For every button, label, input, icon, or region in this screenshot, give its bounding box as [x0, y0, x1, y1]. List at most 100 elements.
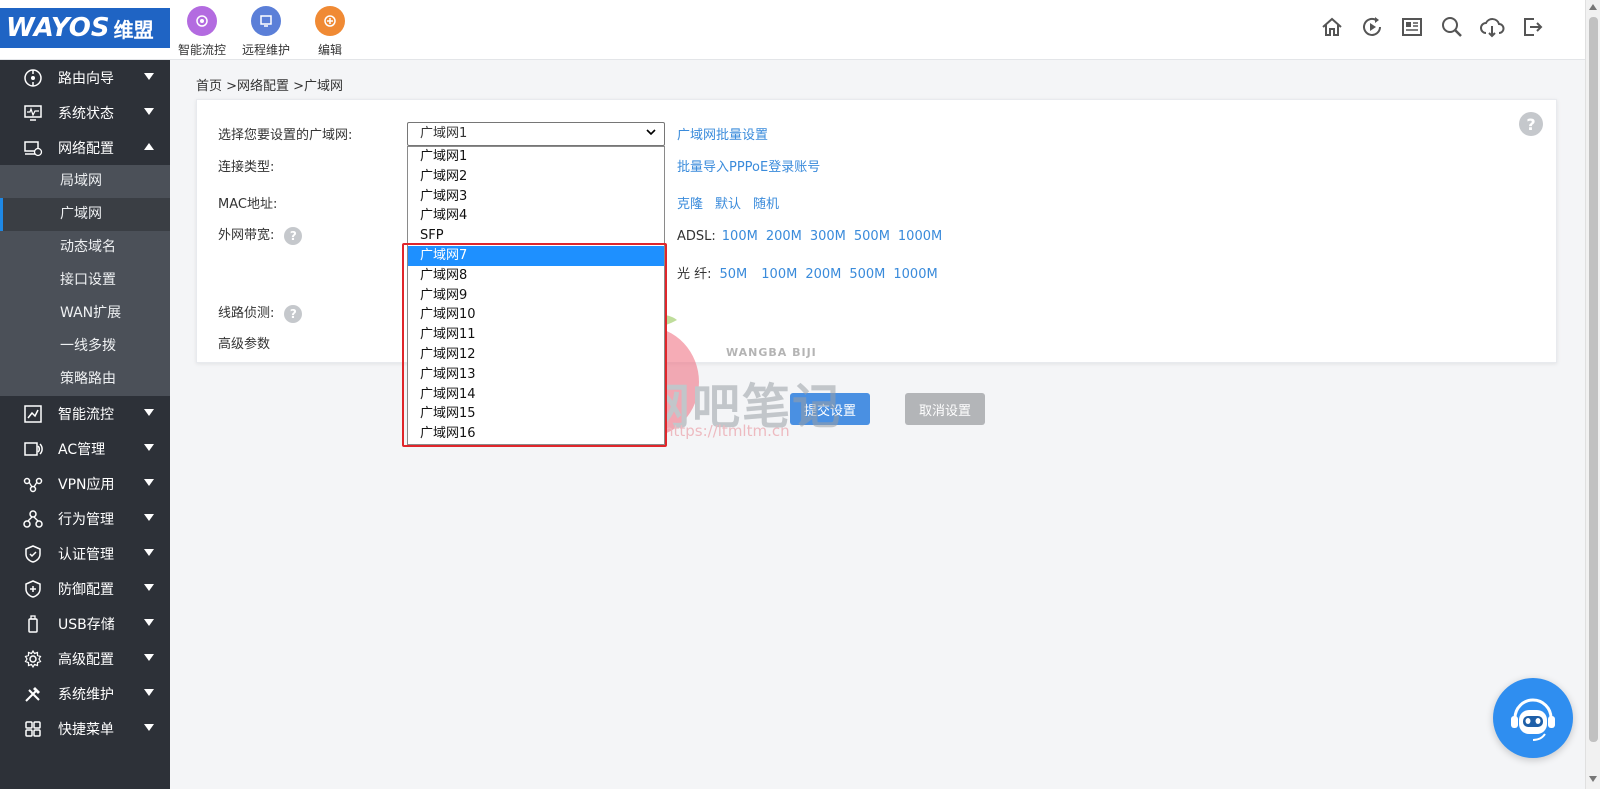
- sidebar-item-vpn[interactable]: VPN应用: [0, 466, 170, 501]
- news-icon[interactable]: [1399, 14, 1425, 40]
- dropdown-option[interactable]: 广域网16: [408, 424, 664, 444]
- sidebar-item-network-config[interactable]: 网络配置: [0, 130, 170, 165]
- mac-clone-link[interactable]: 克隆: [677, 197, 703, 212]
- quick-action-label: 智能流控: [177, 43, 226, 57]
- line-detect-label: 线路侦测:: [218, 306, 275, 321]
- line-detect-row: 线路侦测:?: [218, 302, 303, 323]
- sidebar-item-auth[interactable]: 认证管理: [0, 536, 170, 571]
- chat-bot-button[interactable]: [1493, 678, 1573, 758]
- import-pppoe-link[interactable]: 批量导入PPPoE登录账号: [677, 156, 820, 175]
- advanced-label[interactable]: 高级参数: [218, 333, 270, 352]
- adsl-option[interactable]: 1000M: [898, 229, 942, 244]
- dropdown-option[interactable]: 广域网2: [408, 167, 664, 187]
- sidebar-item-label: 智能流控: [58, 406, 114, 423]
- fiber-option[interactable]: 50M: [720, 267, 748, 282]
- dropdown-option[interactable]: 广域网3: [408, 187, 664, 207]
- help-icon[interactable]: ?: [1519, 112, 1543, 136]
- dropdown-option[interactable]: 广域网12: [408, 345, 664, 365]
- bandwidth-help-icon[interactable]: ?: [284, 226, 303, 245]
- sidebar-item-label: 网络配置: [58, 140, 114, 157]
- adsl-option[interactable]: 200M: [766, 229, 802, 244]
- dropdown-option[interactable]: 广域网1: [408, 147, 664, 167]
- sidebar-item-usb[interactable]: USB存储: [0, 606, 170, 641]
- chevron-down-icon: [144, 619, 154, 626]
- sidebar-item-advanced[interactable]: 高级配置: [0, 641, 170, 676]
- adsl-option[interactable]: 100M: [722, 229, 758, 244]
- sidebar-subitem-lan[interactable]: 局域网: [0, 165, 170, 198]
- logo-text: WAYOS: [6, 13, 110, 43]
- sidebar-subitem-ddns[interactable]: 动态域名: [0, 231, 170, 264]
- dropdown-option-highlighted[interactable]: 广域网7: [408, 245, 664, 266]
- sidebar-item-maintenance[interactable]: 系统维护: [0, 676, 170, 711]
- fiber-option[interactable]: 1000M: [893, 267, 937, 282]
- shield-plus-icon: [22, 578, 44, 600]
- dropdown-option[interactable]: 广域网4: [408, 206, 664, 226]
- dropdown-option[interactable]: 广域网8: [408, 266, 664, 286]
- submit-button[interactable]: 提交设置: [790, 393, 870, 425]
- sidebar-subitem-multi-dial[interactable]: 一线多拨: [0, 330, 170, 363]
- sidebar-item-label: 路由向导: [58, 70, 114, 87]
- brand-logo[interactable]: WAYOS 维盟: [0, 8, 170, 48]
- sidebar-subitem-wan-ext[interactable]: WAN扩展: [0, 297, 170, 330]
- refresh-play-icon[interactable]: [1359, 14, 1385, 40]
- dropdown-option[interactable]: SFP: [408, 226, 664, 246]
- fiber-option[interactable]: 200M: [805, 267, 841, 282]
- conn-type-label: 连接类型:: [218, 160, 275, 175]
- mac-default-link[interactable]: 默认: [715, 197, 741, 212]
- wan-select[interactable]: 广域网1: [407, 122, 665, 146]
- shield-check-icon: [22, 543, 44, 565]
- logout-icon[interactable]: [1519, 14, 1545, 40]
- chevron-down-icon: [144, 549, 154, 556]
- quick-action-label: 编辑: [317, 43, 342, 57]
- network-submenu: 局域网 广域网 动态域名 接口设置 WAN扩展 一线多拨 策略路由: [0, 165, 170, 396]
- dropdown-option[interactable]: 广域网13: [408, 365, 664, 385]
- adsl-option[interactable]: 500M: [854, 229, 890, 244]
- scroll-thumb[interactable]: [1589, 17, 1598, 742]
- page-scrollbar[interactable]: [1585, 0, 1600, 789]
- flow-icon: [22, 403, 44, 425]
- sidebar-subitem-interface[interactable]: 接口设置: [0, 264, 170, 297]
- sidebar-item-label: 快捷菜单: [58, 721, 114, 738]
- sidebar-item-flow-control[interactable]: 智能流控: [0, 396, 170, 431]
- sidebar-item-wizard[interactable]: 路由向导: [0, 60, 170, 95]
- quick-action-edit[interactable]: 编辑: [300, 6, 360, 58]
- sidebar-item-system-status[interactable]: 系统状态: [0, 95, 170, 130]
- mac-actions: 克隆 默认 随机: [677, 193, 791, 212]
- watermark-url: https://ltmltm.cn: [664, 422, 790, 440]
- fiber-option[interactable]: 500M: [849, 267, 885, 282]
- batch-settings-link[interactable]: 广域网批量设置: [677, 124, 768, 143]
- dropdown-option[interactable]: 广域网9: [408, 286, 664, 306]
- cloud-download-icon[interactable]: [1479, 14, 1505, 40]
- chevron-up-icon: [144, 143, 154, 150]
- dropdown-option[interactable]: 广域网10: [408, 305, 664, 325]
- search-icon[interactable]: [1439, 14, 1465, 40]
- adsl-options: ADSL: 100M 200M 300M 500M 1000M: [677, 229, 950, 244]
- adsl-option[interactable]: 300M: [810, 229, 846, 244]
- dropdown-option[interactable]: 广域网15: [408, 404, 664, 424]
- mac-random-link[interactable]: 随机: [753, 197, 779, 212]
- sidebar-item-behavior[interactable]: 行为管理: [0, 501, 170, 536]
- home-icon[interactable]: [1319, 14, 1345, 40]
- chevron-down-icon: [144, 444, 154, 451]
- chevron-down-icon: [646, 129, 656, 136]
- quick-action-remote[interactable]: 远程维护: [236, 6, 296, 58]
- dropdown-option[interactable]: 广域网14: [408, 385, 664, 405]
- sidebar-item-label: 行为管理: [58, 511, 114, 528]
- sidebar-item-shortcut[interactable]: 快捷菜单: [0, 711, 170, 746]
- sidebar-subitem-policy-route[interactable]: 策略路由: [0, 363, 170, 396]
- tools-icon: [22, 683, 44, 705]
- scroll-down-arrow-icon[interactable]: [1589, 776, 1597, 782]
- chevron-down-icon: [144, 654, 154, 661]
- cancel-button[interactable]: 取消设置: [905, 393, 985, 425]
- select-wan-label: 选择您要设置的广域网:: [218, 128, 353, 143]
- sidebar-item-defense[interactable]: 防御配置: [0, 571, 170, 606]
- chevron-down-icon: [144, 514, 154, 521]
- sidebar-item-label: 高级配置: [58, 651, 114, 668]
- scroll-up-arrow-icon[interactable]: [1589, 4, 1597, 10]
- line-detect-help-icon[interactable]: ?: [284, 304, 303, 323]
- sidebar-subitem-wan[interactable]: 广域网: [0, 198, 170, 231]
- dropdown-option[interactable]: 广域网11: [408, 325, 664, 345]
- sidebar-item-ac[interactable]: AC管理: [0, 431, 170, 466]
- fiber-option[interactable]: 100M: [761, 267, 797, 282]
- quick-action-flow-control[interactable]: 智能流控: [172, 6, 232, 58]
